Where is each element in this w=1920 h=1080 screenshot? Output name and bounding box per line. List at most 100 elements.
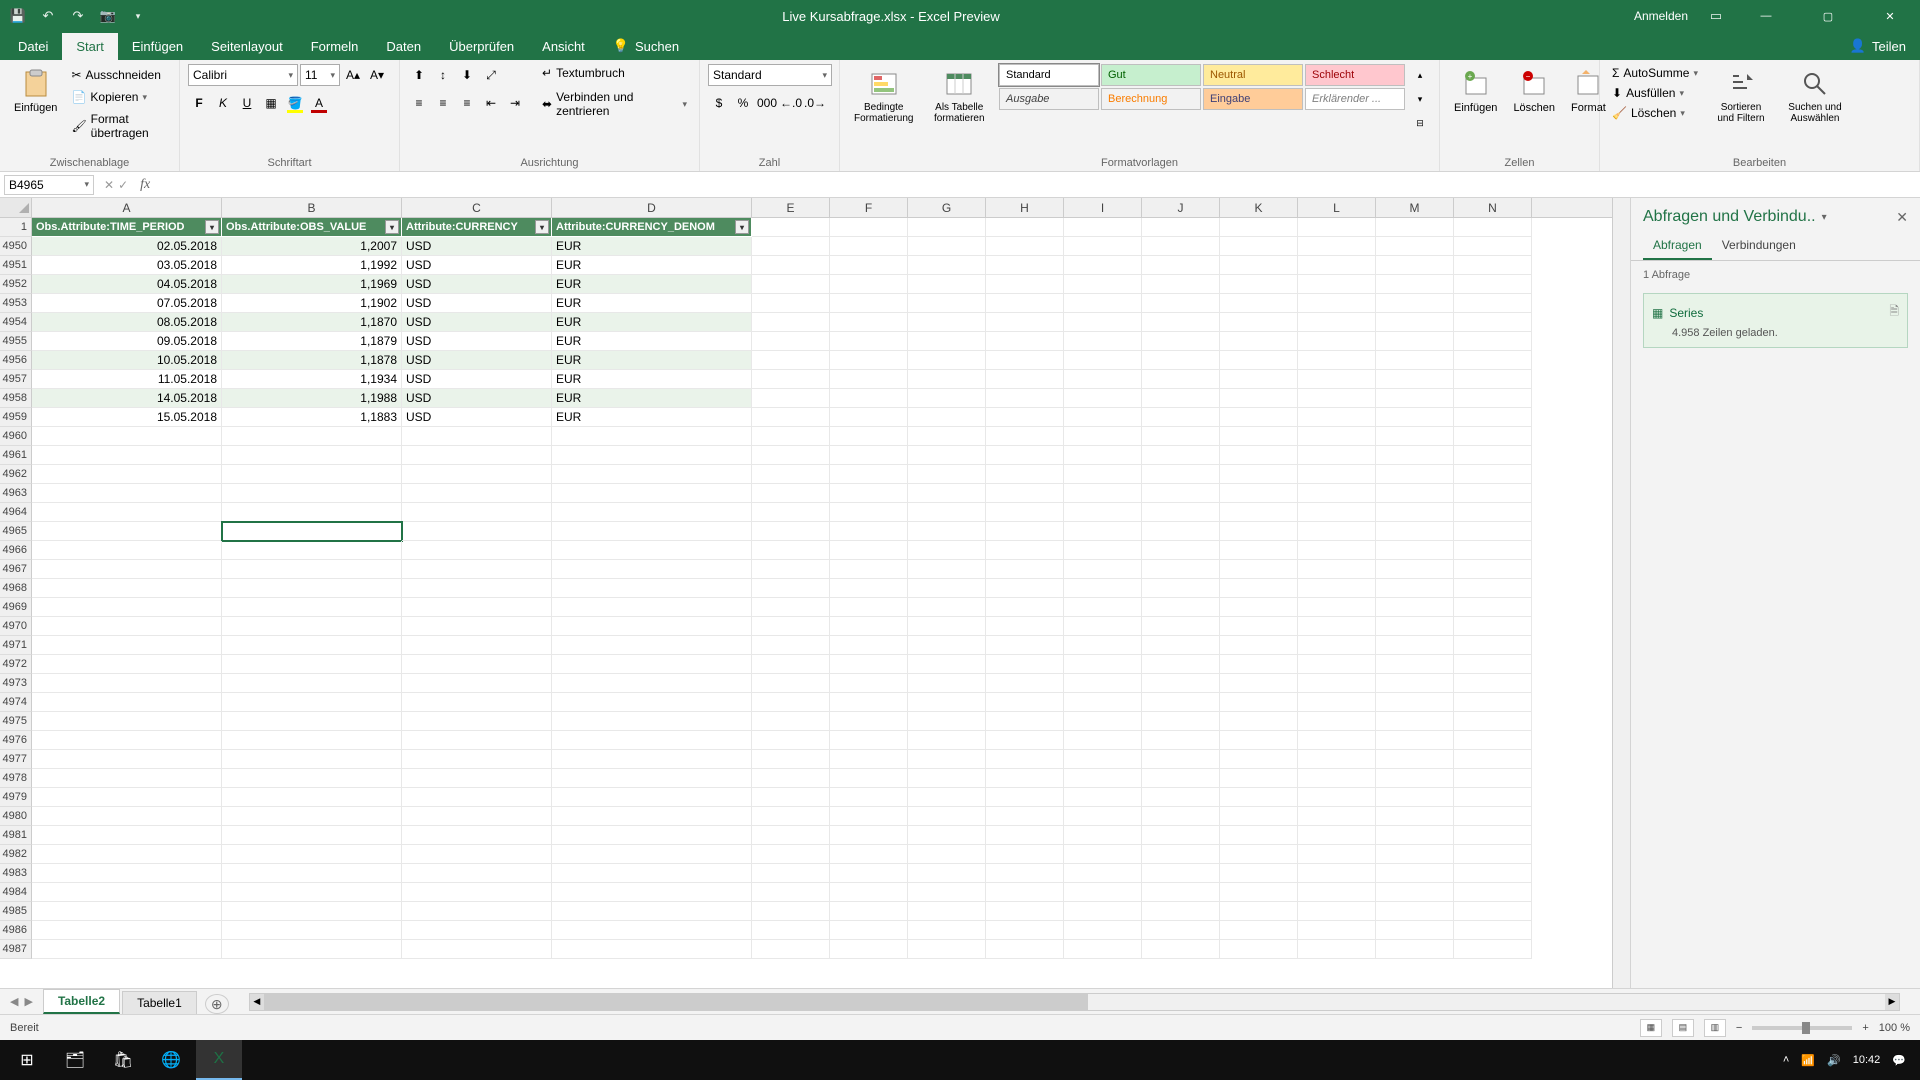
cell[interactable]	[1220, 788, 1298, 807]
cell[interactable]	[986, 579, 1064, 598]
store-icon[interactable]: 🛍	[100, 1040, 146, 1080]
cell[interactable]	[402, 446, 552, 465]
cell[interactable]	[1376, 408, 1454, 427]
cell[interactable]	[1298, 237, 1376, 256]
cell[interactable]	[752, 427, 830, 446]
table-header[interactable]: Attribute:CURRENCY_DENOM▾	[552, 218, 752, 237]
cell[interactable]	[1376, 313, 1454, 332]
cell[interactable]	[908, 864, 986, 883]
cell[interactable]	[1454, 218, 1532, 237]
cell[interactable]	[1298, 769, 1376, 788]
cell[interactable]	[1220, 579, 1298, 598]
cell[interactable]	[1376, 294, 1454, 313]
row-header[interactable]: 4968	[0, 579, 32, 598]
cell[interactable]	[1064, 237, 1142, 256]
format-table-button[interactable]: Als Tabelle formatieren	[924, 64, 996, 128]
cell[interactable]: 09.05.2018	[32, 332, 222, 351]
row-header[interactable]: 4974	[0, 693, 32, 712]
cell[interactable]	[1064, 484, 1142, 503]
cell[interactable]	[1220, 503, 1298, 522]
cell[interactable]	[752, 294, 830, 313]
cell[interactable]	[830, 218, 908, 237]
cell[interactable]	[552, 522, 752, 541]
filter-icon[interactable]: ▾	[205, 220, 219, 234]
cell[interactable]	[986, 693, 1064, 712]
maximize-icon[interactable]: ▢	[1806, 0, 1850, 32]
cell[interactable]	[222, 522, 402, 541]
cell[interactable]	[1064, 256, 1142, 275]
cell[interactable]	[1142, 864, 1220, 883]
cell[interactable]	[752, 826, 830, 845]
cell[interactable]	[1220, 484, 1298, 503]
cell[interactable]	[1220, 332, 1298, 351]
start-icon[interactable]: ⊞	[4, 1040, 50, 1080]
cell[interactable]	[908, 636, 986, 655]
cell[interactable]	[1454, 541, 1532, 560]
cell[interactable]	[986, 902, 1064, 921]
cell[interactable]	[830, 332, 908, 351]
cell[interactable]	[1298, 617, 1376, 636]
cell[interactable]	[986, 522, 1064, 541]
cell[interactable]: USD	[402, 313, 552, 332]
cell[interactable]	[402, 674, 552, 693]
border-button[interactable]: ▦	[260, 92, 282, 114]
cond-format-button[interactable]: Bedingte Formatierung	[848, 64, 920, 128]
cell[interactable]	[1376, 446, 1454, 465]
cell[interactable]	[830, 408, 908, 427]
cell[interactable]	[1376, 541, 1454, 560]
cell[interactable]	[402, 541, 552, 560]
cell[interactable]	[908, 370, 986, 389]
cell[interactable]	[908, 427, 986, 446]
row-header[interactable]: 4961	[0, 446, 32, 465]
cell[interactable]	[986, 655, 1064, 674]
cell[interactable]	[552, 465, 752, 484]
cell[interactable]	[1376, 712, 1454, 731]
cell[interactable]	[402, 750, 552, 769]
insert-cells-button[interactable]: +Einfügen	[1448, 64, 1503, 118]
sheet-add-icon[interactable]: ⊕	[205, 994, 229, 1014]
cell[interactable]	[908, 541, 986, 560]
align-center-icon[interactable]: ≡	[432, 92, 454, 114]
filter-icon[interactable]: ▾	[735, 220, 749, 234]
cell[interactable]: EUR	[552, 275, 752, 294]
cell[interactable]: EUR	[552, 389, 752, 408]
cell[interactable]	[1376, 370, 1454, 389]
cell[interactable]	[222, 845, 402, 864]
tab-ueberpruefen[interactable]: Überprüfen	[435, 33, 528, 60]
cell[interactable]	[1064, 712, 1142, 731]
cell[interactable]	[32, 522, 222, 541]
cell[interactable]	[1142, 731, 1220, 750]
cell[interactable]	[830, 940, 908, 959]
cell[interactable]	[1376, 864, 1454, 883]
cell[interactable]: USD	[402, 351, 552, 370]
cell[interactable]	[1064, 408, 1142, 427]
row-header[interactable]: 4987	[0, 940, 32, 959]
col-header-K[interactable]: K	[1220, 198, 1298, 217]
copy-button[interactable]: 📄Kopieren▾	[67, 88, 171, 106]
cell[interactable]	[222, 807, 402, 826]
cell[interactable]	[1142, 408, 1220, 427]
tab-suchen[interactable]: 💡Suchen	[599, 32, 693, 60]
cell[interactable]: EUR	[552, 237, 752, 256]
cell[interactable]	[1298, 465, 1376, 484]
cell[interactable]	[1142, 294, 1220, 313]
cancel-fx-icon[interactable]: ✕	[104, 178, 114, 192]
cell[interactable]	[908, 503, 986, 522]
cell[interactable]: EUR	[552, 408, 752, 427]
cell[interactable]	[908, 218, 986, 237]
cell[interactable]	[830, 636, 908, 655]
cell[interactable]	[1298, 389, 1376, 408]
cell[interactable]	[1220, 750, 1298, 769]
clear-button[interactable]: 🧹Löschen▾	[1608, 104, 1702, 122]
col-header-I[interactable]: I	[1064, 198, 1142, 217]
cell[interactable]	[752, 218, 830, 237]
row-header[interactable]: 4966	[0, 541, 32, 560]
cell[interactable]	[908, 389, 986, 408]
cell[interactable]	[552, 446, 752, 465]
cell[interactable]: 10.05.2018	[32, 351, 222, 370]
cell[interactable]	[1142, 712, 1220, 731]
cell[interactable]	[1298, 218, 1376, 237]
cell[interactable]	[402, 503, 552, 522]
pane-close-icon[interactable]: ✕	[1896, 209, 1908, 226]
cell[interactable]	[986, 731, 1064, 750]
